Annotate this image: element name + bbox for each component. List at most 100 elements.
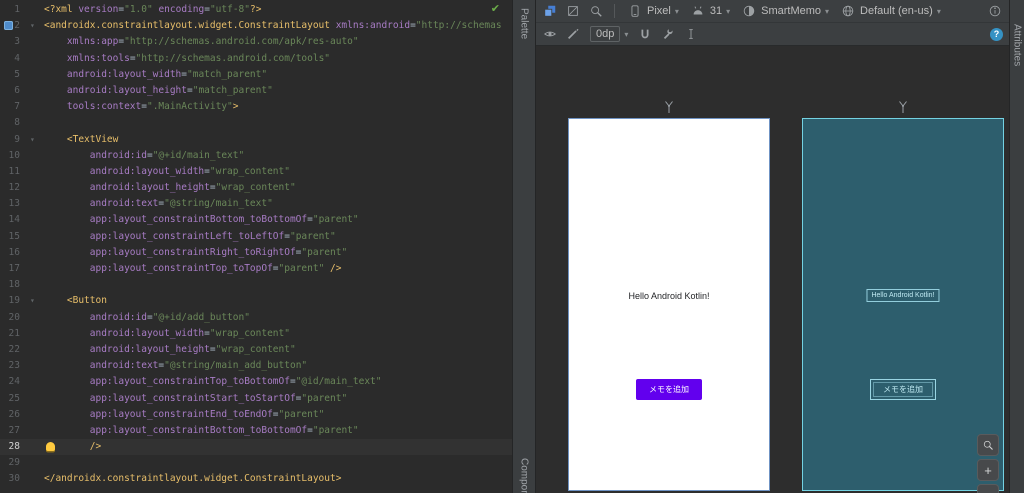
code-line[interactable]: 12 android:layout_height="wrap_content" — [0, 180, 512, 196]
device-selector[interactable]: Pixel ▾ — [625, 3, 681, 19]
code-line[interactable]: 3 xmlns:app="http://schemas.android.com/… — [0, 34, 512, 50]
code-text: app:layout_constraintStart_toStartOf="pa… — [89, 392, 348, 404]
design-surface[interactable]: Hello Android Kotlin! メモを追加 Hello Androi… — [536, 46, 1009, 493]
code-line[interactable]: 21 android:layout_width="wrap_content" — [0, 326, 512, 342]
default-margins-selector[interactable]: 0dp ▾ — [588, 26, 630, 42]
code-line[interactable]: 19 ▾ <Button — [0, 293, 512, 309]
view-options-eye-icon[interactable] — [542, 26, 558, 42]
main-text-widget[interactable]: Hello Android Kotlin! — [569, 291, 769, 301]
code-line[interactable]: 30 </androidx.constraintlayout.widget.Con… — [0, 471, 512, 487]
fold-arrow-icon[interactable]: ▾ — [30, 18, 35, 34]
code-text: app:layout_constraintLeft_toLeftOf="pare… — [89, 230, 336, 242]
code-line[interactable]: 27 app:layout_constraintBottom_toBottomO… — [0, 423, 512, 439]
code-line[interactable]: 4 xmlns:tools="http://schemas.android.co… — [0, 51, 512, 67]
intention-bulb-icon[interactable] — [46, 442, 55, 452]
zoom-to-fit-button[interactable] — [977, 434, 999, 456]
fold-arrow-icon[interactable]: ▾ — [30, 293, 35, 309]
design-button[interactable]: メモを追加 — [636, 379, 702, 400]
design-preview-device[interactable]: Hello Android Kotlin! メモを追加 — [568, 101, 770, 491]
gutter: 18 — [0, 277, 44, 293]
infer-constraints-wrench-icon[interactable] — [660, 26, 676, 42]
right-tool-stripe: Attributes — [1009, 0, 1024, 493]
gutter: 11 — [0, 164, 44, 180]
line-number: 18 — [8, 279, 20, 291]
code-text: </androidx.constraintlayout.widget.Const… — [44, 473, 342, 485]
code-line[interactable]: 9 ▾ <TextView — [0, 132, 512, 148]
code-line[interactable]: 24 app:layout_constraintTop_toBottomOf="… — [0, 374, 512, 390]
stop-interactive-preview-icon[interactable] — [565, 3, 581, 19]
code-line[interactable]: 22 android:layout_height="wrap_content" — [0, 342, 512, 358]
gutter: 26 — [0, 407, 44, 423]
code-line[interactable]: 23 android:text="@string/main_add_button… — [0, 358, 512, 374]
code-line[interactable]: 16 app:layout_constraintRight_toRightOf=… — [0, 245, 512, 261]
gutter: 25 — [0, 391, 44, 407]
gutter: 9 ▾ — [0, 132, 44, 148]
component-tree-tab[interactable]: Component Tree — [519, 458, 530, 493]
theme-selector[interactable]: SmartMemo ▾ — [739, 3, 831, 19]
code-line[interactable]: 8 — [0, 115, 512, 131]
gutter: 30 — [0, 471, 44, 487]
android-head-icon — [690, 3, 706, 19]
line-number: 23 — [8, 360, 20, 372]
code-line[interactable]: 14 app:layout_constraintBottom_toBottomO… — [0, 212, 512, 228]
gutter: 14 — [0, 212, 44, 228]
theme-circle-icon — [741, 3, 757, 19]
code-line[interactable]: 1 <?xml version="1.0" encoding="utf-8"?> — [0, 2, 512, 18]
code-text: android:id="@+id/main_text" — [89, 149, 245, 161]
inspect-magnifier-icon[interactable] — [588, 3, 604, 19]
locale-selector[interactable]: Default (en-us) ▾ — [838, 3, 943, 19]
code-line[interactable]: 25 app:layout_constraintStart_toStartOf=… — [0, 391, 512, 407]
inspection-check-icon[interactable]: ✔ — [491, 2, 500, 15]
api-level-label: 31 — [709, 5, 723, 17]
code-line[interactable]: 11 android:layout_width="wrap_content" — [0, 164, 512, 180]
line-number: 12 — [8, 182, 20, 194]
blueprint-text-widget[interactable]: Hello Android Kotlin! — [866, 289, 940, 302]
code-line[interactable]: 10 android:id="@+id/main_text" — [0, 148, 512, 164]
preview-gutter-icon[interactable] — [4, 21, 13, 31]
code-line[interactable]: 6 android:layout_height="match_parent" — [0, 83, 512, 99]
code-line[interactable]: 15 app:layout_constraintLeft_toLeftOf="p… — [0, 229, 512, 245]
code-line[interactable]: 18 — [0, 277, 512, 293]
blueprint-preview-device[interactable]: Hello Android Kotlin! メモを追加 — [802, 101, 1004, 491]
zoom-out-button[interactable]: − — [977, 484, 999, 493]
code-line[interactable]: 13 android:text="@string/main_text" — [0, 196, 512, 212]
attributes-tab[interactable]: Attributes — [1012, 24, 1023, 66]
code-line[interactable]: 26 app:layout_constraintEnd_toEndOf="par… — [0, 407, 512, 423]
blueprint-button-widget[interactable]: メモを追加 — [870, 379, 936, 400]
code-text: android:text="@string/main_add_button" — [89, 360, 308, 372]
code-text: xmlns:app="http://schemas.android.com/ap… — [66, 36, 359, 48]
chevron-down-icon: ▾ — [825, 6, 830, 16]
code-line[interactable]: 20 android:id="@+id/add_button" — [0, 310, 512, 326]
pencil-icon[interactable] — [565, 26, 581, 42]
palette-tab[interactable]: Palette — [519, 8, 530, 39]
code-lines: 1 <?xml version="1.0" encoding="utf-8"?> 2… — [0, 2, 512, 488]
autoconnect-magnet-icon[interactable] — [637, 26, 653, 42]
help-icon[interactable]: ? — [990, 27, 1003, 41]
line-number: 16 — [8, 246, 20, 258]
text-cursor-icon[interactable] — [683, 26, 699, 42]
code-text: tools:context=".MainActivity"> — [66, 101, 239, 113]
gutter: 1 — [0, 2, 44, 18]
fold-arrow-icon[interactable]: ▾ — [30, 132, 35, 148]
xml-code-editor[interactable]: 1 <?xml version="1.0" encoding="utf-8"?> 2… — [0, 0, 512, 493]
zoom-in-button[interactable]: + — [977, 459, 999, 481]
line-number: 30 — [8, 473, 20, 485]
gutter: 21 — [0, 326, 44, 342]
line-number: 4 — [14, 52, 20, 64]
code-text: app:layout_constraintBottom_toBottomOf="… — [89, 214, 359, 226]
code-line[interactable]: 5 android:layout_width="match_parent" — [0, 67, 512, 83]
line-number: 9 — [14, 133, 20, 145]
info-icon[interactable] — [987, 3, 1003, 19]
code-line[interactable]: 28 /> — [0, 439, 512, 456]
chevron-down-icon: ▾ — [726, 6, 731, 16]
chevron-down-icon: ▾ — [674, 6, 679, 16]
gutter: 27 — [0, 423, 44, 439]
design-surface-mode-icon[interactable] — [542, 3, 558, 19]
code-line[interactable]: 17 app:layout_constraintTop_toTopOf="par… — [0, 261, 512, 277]
code-line[interactable]: 2 ▾ <androidx.constraintlayout.widget.Cons… — [0, 18, 512, 34]
code-line[interactable]: 7 tools:context=".MainActivity"> — [0, 99, 512, 115]
api-level-selector[interactable]: 31 ▾ — [688, 3, 732, 19]
code-line[interactable]: 29 — [0, 455, 512, 471]
